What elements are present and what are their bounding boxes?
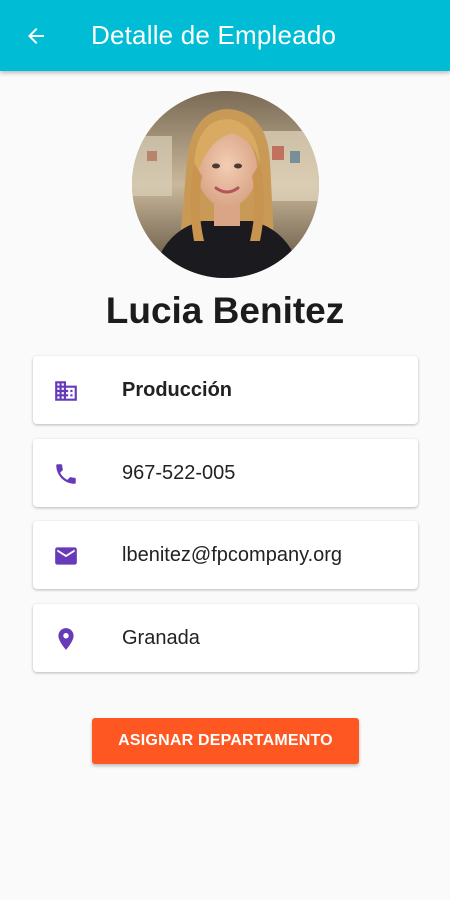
phone-card[interactable]: 967-522-005 <box>33 439 418 507</box>
location-pin-icon <box>53 626 79 652</box>
assign-department-button[interactable]: ASIGNAR DEPARTAMENTO <box>92 718 359 764</box>
email-icon <box>53 543 79 569</box>
arrow-back-icon <box>28 28 44 44</box>
employee-name: Lucia Benitez <box>105 290 345 331</box>
email-card[interactable]: lbenitez@fpcompany.org <box>33 521 418 589</box>
department-label: Producción <box>122 379 233 401</box>
location-card[interactable]: Granada <box>33 604 418 672</box>
email-address: lbenitez@fpcompany.org <box>122 544 343 566</box>
app-bar: Detalle de Empleado <box>0 0 450 71</box>
employee-photo <box>132 91 319 278</box>
phone-icon <box>53 461 79 487</box>
phone-number: 967-522-005 <box>122 462 236 484</box>
location-label: Granada <box>122 627 200 649</box>
page-title: Detalle de Empleado <box>91 20 337 50</box>
department-card[interactable]: Producción <box>33 356 418 424</box>
avatar <box>132 91 319 278</box>
business-icon <box>53 378 79 404</box>
back-button[interactable] <box>20 20 52 52</box>
